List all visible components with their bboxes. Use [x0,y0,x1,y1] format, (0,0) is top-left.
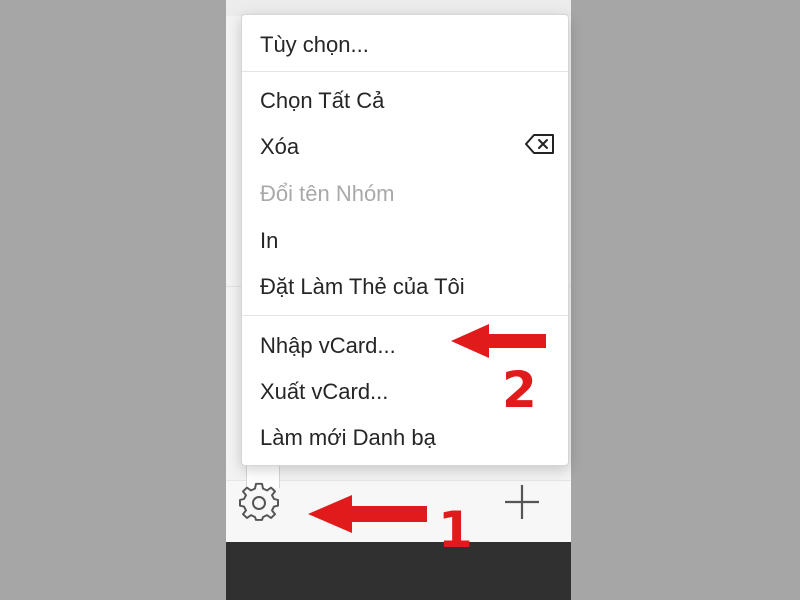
menu-separator [242,315,568,316]
window-footer-band [226,542,571,600]
menu-item-options[interactable]: Tùy chọn... [260,32,369,58]
menu-separator [242,71,568,72]
menu-item-delete[interactable]: Xóa [260,134,299,160]
annotation-arrow-1 [308,495,427,533]
annotation-step-1: 1 [438,501,473,559]
menu-item-export-vcard[interactable]: Xuất vCard... [260,379,388,405]
menu-item-select-all[interactable]: Chọn Tất Cả [260,88,384,114]
annotation-arrow-2 [451,324,546,358]
plus-icon[interactable] [503,483,541,521]
menu-item-rename-group: Đổi tên Nhóm [260,181,395,206]
annotation-step-2: 2 [502,361,537,419]
delete-key-icon [525,134,554,154]
gear-icon[interactable] [238,482,280,524]
menu-item-make-my-card[interactable]: Đặt Làm Thẻ của Tôi [260,274,465,300]
menu-item-import-vcard[interactable]: Nhập vCard... [260,333,396,359]
menu-item-refresh-contacts[interactable]: Làm mới Danh bạ [260,425,436,451]
menu-item-print[interactable]: In [260,228,278,254]
